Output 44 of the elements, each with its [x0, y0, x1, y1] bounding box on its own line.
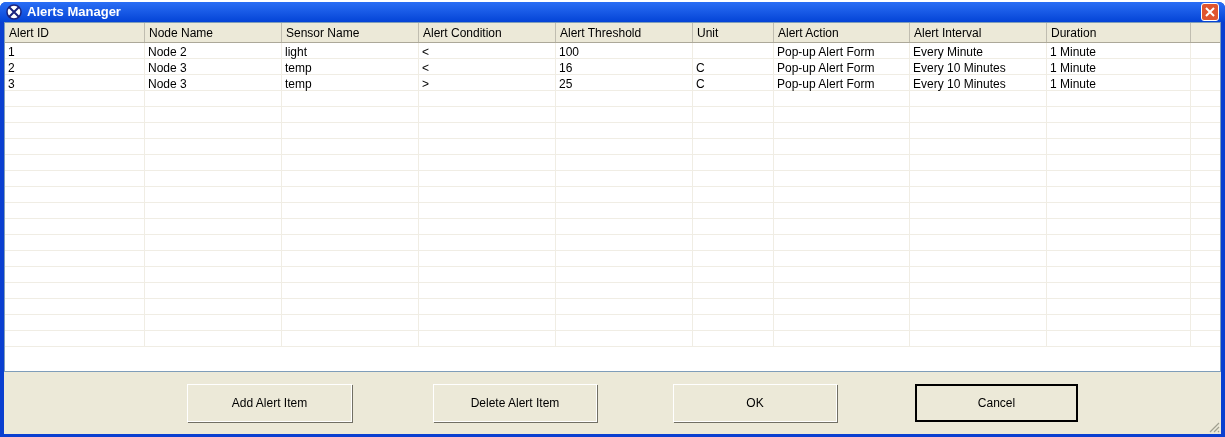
table-cell-text: Node 3	[148, 76, 187, 93]
table-cell-text: 2	[8, 60, 15, 77]
table-cell-text: light	[285, 44, 307, 61]
table-cell-text: Pop-up Alert Form	[777, 76, 875, 93]
table-cell-text: <	[422, 44, 429, 61]
table-cell-text: temp	[285, 60, 312, 77]
column-header[interactable]: Node Name	[145, 23, 282, 42]
table-cell-text: Every 10 Minutes	[913, 60, 1006, 77]
table-cell-text: >	[422, 76, 429, 93]
table-cell-text: 1 Minute	[1050, 60, 1097, 77]
column-header[interactable]: Duration	[1047, 23, 1191, 42]
column-header[interactable]: Alert Threshold	[556, 23, 693, 42]
table-cell-text: Every 10 Minutes	[913, 76, 1006, 93]
table-cell-text: temp	[285, 76, 312, 93]
column-header[interactable]: Alert Interval	[910, 23, 1047, 42]
column-header[interactable]: Alert Action	[774, 23, 910, 42]
dialog-button[interactable]: Delete Alert Item	[433, 384, 597, 422]
table-cell-text: 25	[559, 76, 573, 93]
table-cell-text: Pop-up Alert Form	[777, 60, 875, 77]
table-cell-text: 1 Minute	[1050, 76, 1097, 93]
table-cell-text: Node 2	[148, 44, 187, 61]
column-header[interactable]: Alert Condition	[419, 23, 556, 42]
table-cell-text: 16	[559, 60, 573, 77]
resize-grip-icon	[1208, 421, 1220, 433]
table-cell-text: C	[696, 76, 705, 93]
close-button[interactable]	[1201, 3, 1219, 21]
table-cell-text: 1 Minute	[1050, 44, 1097, 61]
table-cell-text: Every Minute	[913, 44, 984, 61]
table-cell-text: Node 3	[148, 60, 187, 77]
close-icon	[1205, 7, 1215, 17]
column-header[interactable]: Sensor Name	[282, 23, 419, 42]
table-cell-text: 1	[8, 44, 15, 61]
table-cell-text: 3	[8, 76, 15, 93]
dialog-button[interactable]: Add Alert Item	[187, 384, 352, 422]
dialog-button[interactable]: Cancel	[915, 384, 1078, 422]
table-cell-text: 100	[559, 44, 580, 61]
table-cell-text: <	[422, 60, 429, 77]
table-cell-text: Pop-up Alert Form	[777, 44, 875, 61]
column-header[interactable]: Alert ID	[5, 23, 145, 42]
table-cell-text: C	[696, 60, 705, 77]
dialog-button[interactable]: OK	[673, 384, 837, 422]
window-title: Alerts Manager	[27, 3, 121, 22]
app-logo-icon	[6, 4, 22, 20]
column-header[interactable]: Unit	[693, 23, 774, 42]
